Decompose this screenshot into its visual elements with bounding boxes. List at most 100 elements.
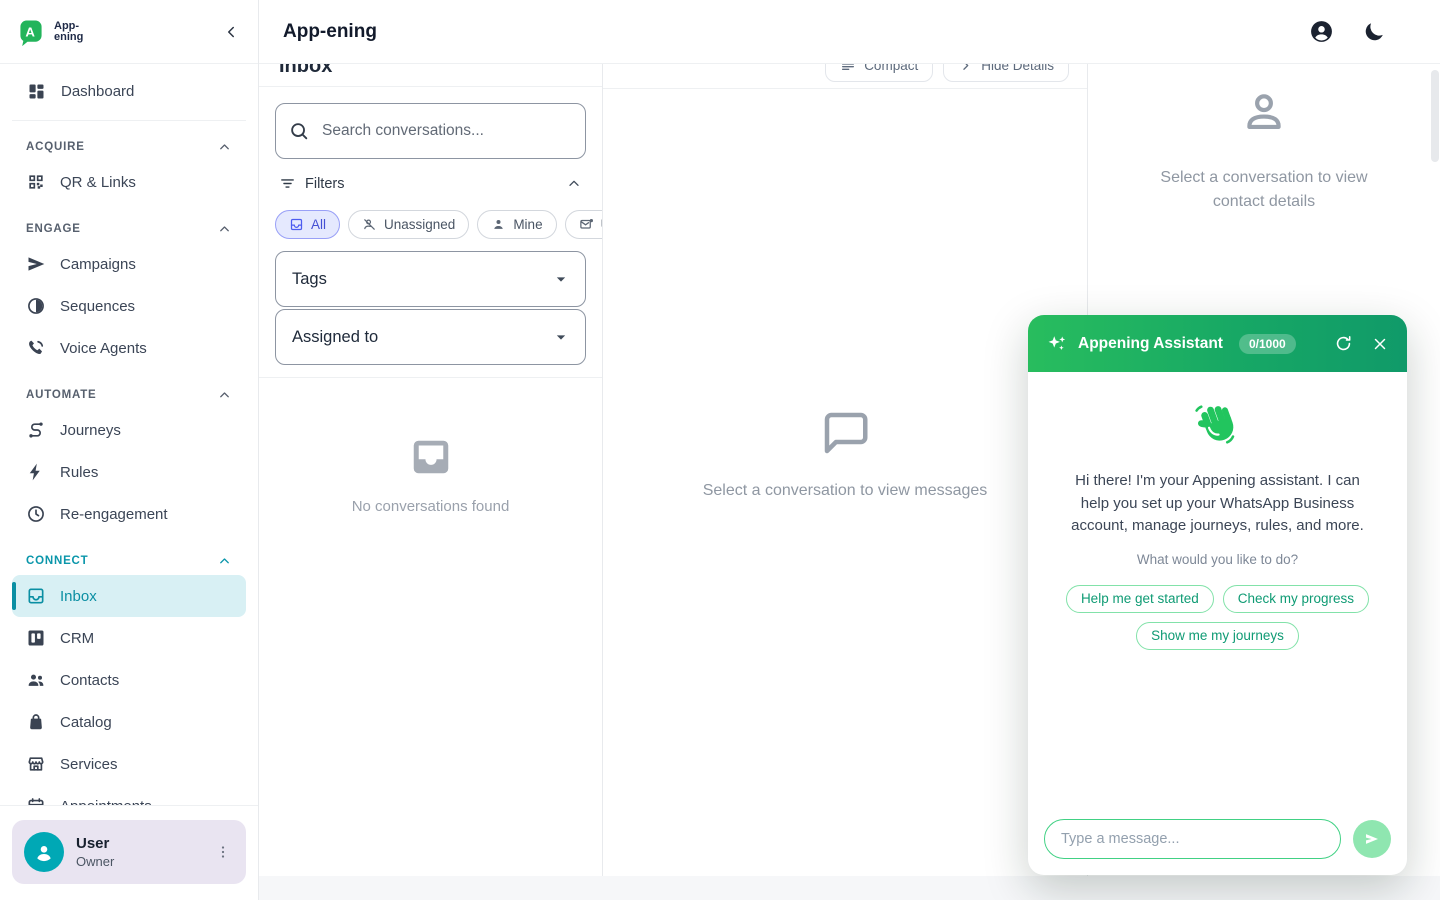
sidebar-item-rules[interactable]: Rules [12, 451, 246, 493]
chip-unread[interactable]: Unread [565, 210, 602, 239]
suggestion-get-started[interactable]: Help me get started [1066, 585, 1214, 613]
filters-header[interactable]: Filters [279, 175, 582, 192]
brand-name: App- ening [54, 21, 83, 43]
avatar [24, 832, 64, 872]
suggestion-show-journeys[interactable]: Show me my journeys [1136, 622, 1299, 650]
assistant-title: Appening Assistant [1078, 335, 1223, 353]
people-icon [26, 670, 46, 690]
sidebar-item-appointments[interactable]: Appointments [12, 785, 246, 805]
sidebar-item-catalog[interactable]: Catalog [12, 701, 246, 743]
qr-code-icon [26, 172, 46, 192]
sidebar-item-label: Dashboard [61, 83, 134, 100]
sidebar-collapse-button[interactable] [222, 23, 240, 41]
person-icon [491, 217, 506, 232]
sidebar-item-re-engagement[interactable]: Re-engagement [12, 493, 246, 535]
sidebar-nav: Dashboard ACQUIRE QR & Links ENGAGE Camp… [0, 64, 258, 805]
chevron-up-icon [217, 140, 232, 155]
messages-toolbar: Compact Hide Details [603, 64, 1087, 89]
sidebar-item-sequences[interactable]: Sequences [12, 285, 246, 327]
assistant-greeting: Hi there! I'm your Appening assistant. I… [1060, 470, 1376, 538]
messages-empty-text: Select a conversation to view messages [703, 482, 988, 500]
section-automate[interactable]: AUTOMATE [26, 385, 232, 405]
sidebar-item-label: Journeys [60, 422, 121, 439]
sidebar-item-crm[interactable]: CRM [12, 617, 246, 659]
inbox-empty-state: No conversations found [259, 378, 602, 515]
assistant-body: Hi there! I'm your Appening assistant. I… [1028, 372, 1407, 807]
user-menu-dots-icon[interactable] [210, 839, 236, 865]
inbox-empty-icon [408, 434, 454, 480]
hide-details-button[interactable]: Hide Details [943, 64, 1069, 82]
phone-call-icon [26, 338, 46, 358]
sidebar-item-label: Services [60, 756, 118, 773]
filter-chips: All Unassigned Mine Unread [275, 210, 602, 239]
chevron-up-icon [217, 554, 232, 569]
section-engage[interactable]: ENGAGE [26, 219, 232, 239]
filter-icon [279, 175, 296, 192]
shopping-bag-icon [26, 712, 46, 732]
inbox-empty-text: No conversations found [352, 498, 510, 515]
sidebar-item-qr-links[interactable]: QR & Links [12, 161, 246, 203]
account-circle-icon[interactable] [1309, 19, 1334, 44]
sidebar-item-services[interactable]: Services [12, 743, 246, 785]
chip-mine[interactable]: Mine [477, 210, 556, 239]
sidebar-footer: User Owner [0, 805, 258, 900]
assistant-suggestions: Help me get started Check my progress Sh… [1050, 585, 1385, 650]
section-acquire[interactable]: ACQUIRE [26, 137, 232, 157]
user-info: User Owner [76, 835, 114, 869]
suggestion-check-progress[interactable]: Check my progress [1223, 585, 1369, 613]
page-title: App-ening [283, 21, 377, 43]
search-input[interactable] [275, 103, 586, 159]
inbox-tray-icon [289, 217, 304, 232]
send-icon [26, 254, 46, 274]
inbox-icon [26, 586, 46, 606]
chevron-up-icon[interactable] [566, 176, 582, 192]
sidebar-item-journeys[interactable]: Journeys [12, 409, 246, 451]
sidebar-item-inbox[interactable]: Inbox [12, 575, 246, 617]
sidebar-item-label: Rules [60, 464, 98, 481]
compact-button[interactable]: Compact [825, 64, 933, 82]
clock-icon [26, 504, 46, 524]
sidebar-item-label: Sequences [60, 298, 135, 315]
sidebar-item-label: QR & Links [60, 174, 136, 191]
sequences-icon [26, 296, 46, 316]
sidebar-item-dashboard[interactable]: Dashboard [12, 70, 246, 112]
sidebar-item-label: Campaigns [60, 256, 136, 273]
sidebar-item-label: Voice Agents [60, 340, 147, 357]
svg-text:A: A [25, 24, 35, 39]
storefront-icon [26, 754, 46, 774]
search-conversations [275, 103, 586, 159]
assistant-message-input[interactable] [1044, 819, 1341, 859]
tags-select-label: Tags [292, 270, 327, 289]
route-icon [26, 420, 46, 440]
chip-unassigned[interactable]: Unassigned [348, 210, 469, 239]
assigned-to-select-label: Assigned to [292, 328, 378, 347]
chevron-up-icon [217, 222, 232, 237]
close-icon[interactable] [1371, 335, 1389, 353]
assigned-to-select[interactable]: Assigned to [275, 309, 586, 365]
caret-down-icon [551, 327, 571, 347]
brand[interactable]: A App- ening [16, 17, 83, 47]
send-button[interactable] [1353, 820, 1391, 858]
messages-empty-state: Select a conversation to view messages [603, 89, 1087, 876]
dashboard-icon [26, 81, 47, 102]
sidebar-item-voice-agents[interactable]: Voice Agents [12, 327, 246, 369]
assistant-widget: Appening Assistant 0/1000 [1028, 315, 1407, 875]
sidebar-header: A App- ening [0, 0, 258, 64]
page-scrollbar[interactable] [1431, 70, 1439, 162]
chat-bubble-icon [818, 406, 872, 460]
kanban-icon [26, 628, 46, 648]
contact-empty-state: Select a conversation to view contact de… [1144, 88, 1384, 214]
section-connect[interactable]: CONNECT [26, 551, 232, 571]
tags-select[interactable]: Tags [275, 251, 586, 307]
sidebar-item-campaigns[interactable]: Campaigns [12, 243, 246, 285]
brand-logo-icon: A [16, 17, 46, 47]
sidebar-item-label: Catalog [60, 714, 112, 731]
user-role: Owner [76, 854, 114, 869]
chip-all[interactable]: All [275, 210, 340, 239]
sidebar-item-contacts[interactable]: Contacts [12, 659, 246, 701]
user-card[interactable]: User Owner [12, 820, 246, 884]
dark-mode-moon-icon[interactable] [1362, 20, 1386, 44]
refresh-icon[interactable] [1334, 334, 1353, 353]
sidebar-item-label: Contacts [60, 672, 119, 689]
contact-empty-text: Select a conversation to view contact de… [1144, 166, 1384, 214]
